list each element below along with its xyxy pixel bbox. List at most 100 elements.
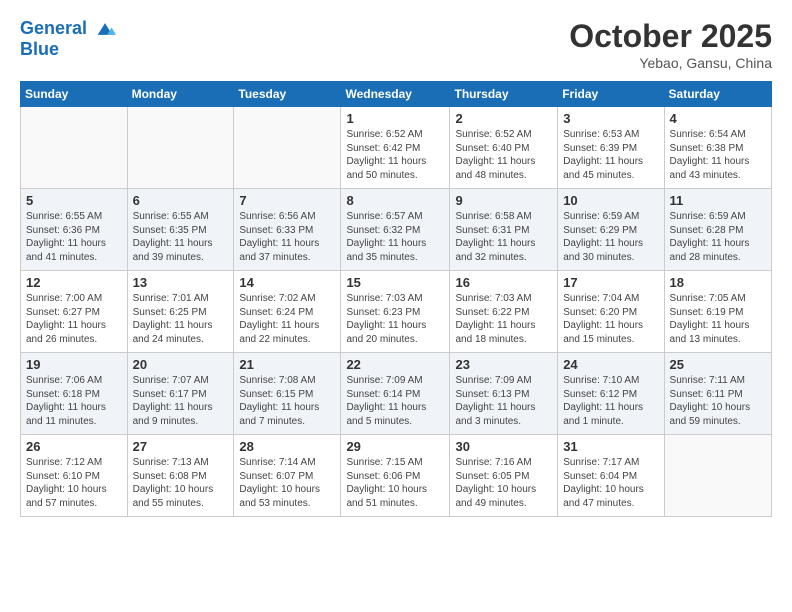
day-number: 6 bbox=[133, 193, 229, 208]
table-row: 11 Sunrise: 6:59 AMSunset: 6:28 PMDayligh… bbox=[664, 189, 771, 271]
month-title: October 2025 bbox=[569, 18, 772, 55]
day-info: Sunrise: 7:06 AMSunset: 6:18 PMDaylight:… bbox=[26, 374, 122, 428]
table-row: 5 Sunrise: 6:55 AMSunset: 6:36 PMDaylight… bbox=[21, 189, 128, 271]
day-number: 4 bbox=[670, 111, 766, 126]
day-number: 5 bbox=[26, 193, 122, 208]
calendar-table: Sunday Monday Tuesday Wednesday Thursday… bbox=[20, 81, 772, 517]
day-info: Sunrise: 6:56 AMSunset: 6:33 PMDaylight:… bbox=[239, 210, 335, 264]
day-info: Sunrise: 7:17 AMSunset: 6:04 PMDaylight:… bbox=[563, 456, 658, 510]
day-number: 12 bbox=[26, 275, 122, 290]
table-row: 16Sunrise: 7:03 AMSunset: 6:22 PMDayligh… bbox=[450, 271, 558, 353]
table-row: 1 Sunrise: 6:52 AMSunset: 6:42 PMDaylight… bbox=[341, 107, 450, 189]
table-row: 25 Sunrise: 7:11 AMSunset: 6:11 PMDayligh… bbox=[664, 353, 771, 435]
table-row: 29Sunrise: 7:15 AMSunset: 6:06 PMDayligh… bbox=[341, 435, 450, 517]
table-row: 13 Sunrise: 7:01 AMSunset: 6:25 PMDayligh… bbox=[127, 271, 234, 353]
table-row: 23 Sunrise: 7:09 AMSunset: 6:13 PMDayligh… bbox=[450, 353, 558, 435]
table-row: 14 Sunrise: 7:02 AMSunset: 6:24 PMDayligh… bbox=[234, 271, 341, 353]
day-number: 21 bbox=[239, 357, 335, 372]
table-row: 8 Sunrise: 6:57 AMSunset: 6:32 PMDaylight… bbox=[341, 189, 450, 271]
day-number: 14 bbox=[239, 275, 335, 290]
day-number: 13 bbox=[133, 275, 229, 290]
col-tuesday: Tuesday bbox=[234, 82, 341, 107]
table-row: 21 Sunrise: 7:08 AMSunset: 6:15 PMDayligh… bbox=[234, 353, 341, 435]
day-number: 15 bbox=[346, 275, 444, 290]
day-number: 17 bbox=[563, 275, 658, 290]
logo-text: General bbox=[20, 18, 116, 40]
day-info: Sunrise: 7:03 AMSunset: 6:23 PMDaylight:… bbox=[346, 292, 444, 346]
day-info: Sunrise: 6:55 AMSunset: 6:35 PMDaylight:… bbox=[133, 210, 229, 264]
col-wednesday: Wednesday bbox=[341, 82, 450, 107]
col-monday: Monday bbox=[127, 82, 234, 107]
day-info: Sunrise: 7:01 AMSunset: 6:25 PMDaylight:… bbox=[133, 292, 229, 346]
table-row: 30 Sunrise: 7:16 AMSunset: 6:05 PMDayligh… bbox=[450, 435, 558, 517]
table-row: 2 Sunrise: 6:52 AMSunset: 6:40 PMDaylight… bbox=[450, 107, 558, 189]
day-number: 23 bbox=[455, 357, 552, 372]
table-row: 28Sunrise: 7:14 AMSunset: 6:07 PMDayligh… bbox=[234, 435, 341, 517]
day-number: 27 bbox=[133, 439, 229, 454]
day-number: 30 bbox=[455, 439, 552, 454]
table-row: 24 Sunrise: 7:10 AMSunset: 6:12 PMDayligh… bbox=[558, 353, 664, 435]
day-info: Sunrise: 7:07 AMSunset: 6:17 PMDaylight:… bbox=[133, 374, 229, 428]
table-row: 20 Sunrise: 7:07 AMSunset: 6:17 PMDayligh… bbox=[127, 353, 234, 435]
day-info: Sunrise: 7:08 AMSunset: 6:15 PMDaylight:… bbox=[239, 374, 335, 428]
col-thursday: Thursday bbox=[450, 82, 558, 107]
day-number: 2 bbox=[455, 111, 552, 126]
day-number: 26 bbox=[26, 439, 122, 454]
day-number: 10 bbox=[563, 193, 658, 208]
day-info: Sunrise: 6:59 AMSunset: 6:28 PMDaylight:… bbox=[670, 210, 766, 264]
table-row bbox=[127, 107, 234, 189]
day-number: 20 bbox=[133, 357, 229, 372]
day-number: 7 bbox=[239, 193, 335, 208]
day-number: 3 bbox=[563, 111, 658, 126]
day-info: Sunrise: 6:55 AMSunset: 6:36 PMDaylight:… bbox=[26, 210, 122, 264]
calendar-week-row: 1 Sunrise: 6:52 AMSunset: 6:42 PMDaylight… bbox=[21, 107, 772, 189]
day-number: 9 bbox=[455, 193, 552, 208]
title-block: October 2025 Yebao, Gansu, China bbox=[569, 18, 772, 71]
table-row: 9 Sunrise: 6:58 AMSunset: 6:31 PMDaylight… bbox=[450, 189, 558, 271]
day-number: 18 bbox=[670, 275, 766, 290]
day-info: Sunrise: 6:58 AMSunset: 6:31 PMDaylight:… bbox=[455, 210, 552, 264]
day-info: Sunrise: 7:15 AMSunset: 6:06 PMDaylight:… bbox=[346, 456, 444, 510]
day-info: Sunrise: 6:52 AMSunset: 6:40 PMDaylight:… bbox=[455, 128, 552, 182]
page: General Blue October 2025 Yebao, Gansu, … bbox=[0, 0, 792, 612]
day-info: Sunrise: 7:11 AMSunset: 6:11 PMDaylight:… bbox=[670, 374, 766, 428]
table-row: 27Sunrise: 7:13 AMSunset: 6:08 PMDayligh… bbox=[127, 435, 234, 517]
logo: General Blue bbox=[20, 18, 116, 60]
day-info: Sunrise: 6:59 AMSunset: 6:29 PMDaylight:… bbox=[563, 210, 658, 264]
day-number: 25 bbox=[670, 357, 766, 372]
table-row: 7 Sunrise: 6:56 AMSunset: 6:33 PMDaylight… bbox=[234, 189, 341, 271]
day-info: Sunrise: 7:05 AMSunset: 6:19 PMDaylight:… bbox=[670, 292, 766, 346]
logo-icon bbox=[94, 18, 116, 40]
day-info: Sunrise: 7:09 AMSunset: 6:13 PMDaylight:… bbox=[455, 374, 552, 428]
table-row: 15 Sunrise: 7:03 AMSunset: 6:23 PMDayligh… bbox=[341, 271, 450, 353]
table-row: 12Sunrise: 7:00 AMSunset: 6:27 PMDayligh… bbox=[21, 271, 128, 353]
table-row: 18 Sunrise: 7:05 AMSunset: 6:19 PMDayligh… bbox=[664, 271, 771, 353]
day-info: Sunrise: 6:54 AMSunset: 6:38 PMDaylight:… bbox=[670, 128, 766, 182]
day-info: Sunrise: 6:52 AMSunset: 6:42 PMDaylight:… bbox=[346, 128, 444, 182]
day-number: 16 bbox=[455, 275, 552, 290]
day-number: 1 bbox=[346, 111, 444, 126]
day-info: Sunrise: 7:10 AMSunset: 6:12 PMDaylight:… bbox=[563, 374, 658, 428]
day-info: Sunrise: 7:12 AMSunset: 6:10 PMDaylight:… bbox=[26, 456, 122, 510]
table-row: 22 Sunrise: 7:09 AMSunset: 6:14 PMDayligh… bbox=[341, 353, 450, 435]
day-info: Sunrise: 7:02 AMSunset: 6:24 PMDaylight:… bbox=[239, 292, 335, 346]
location-subtitle: Yebao, Gansu, China bbox=[569, 55, 772, 71]
day-number: 11 bbox=[670, 193, 766, 208]
day-info: Sunrise: 7:16 AMSunset: 6:05 PMDaylight:… bbox=[455, 456, 552, 510]
day-number: 19 bbox=[26, 357, 122, 372]
day-number: 22 bbox=[346, 357, 444, 372]
day-info: Sunrise: 7:09 AMSunset: 6:14 PMDaylight:… bbox=[346, 374, 444, 428]
table-row: 3 Sunrise: 6:53 AMSunset: 6:39 PMDaylight… bbox=[558, 107, 664, 189]
calendar-week-row: 12Sunrise: 7:00 AMSunset: 6:27 PMDayligh… bbox=[21, 271, 772, 353]
calendar-week-row: 26 Sunrise: 7:12 AMSunset: 6:10 PMDayligh… bbox=[21, 435, 772, 517]
day-number: 8 bbox=[346, 193, 444, 208]
day-info: Sunrise: 6:57 AMSunset: 6:32 PMDaylight:… bbox=[346, 210, 444, 264]
table-row: 26 Sunrise: 7:12 AMSunset: 6:10 PMDayligh… bbox=[21, 435, 128, 517]
day-number: 31 bbox=[563, 439, 658, 454]
table-row: 19 Sunrise: 7:06 AMSunset: 6:18 PMDayligh… bbox=[21, 353, 128, 435]
day-number: 24 bbox=[563, 357, 658, 372]
header: General Blue October 2025 Yebao, Gansu, … bbox=[20, 18, 772, 71]
calendar-week-row: 5 Sunrise: 6:55 AMSunset: 6:36 PMDaylight… bbox=[21, 189, 772, 271]
table-row: 6 Sunrise: 6:55 AMSunset: 6:35 PMDaylight… bbox=[127, 189, 234, 271]
day-info: Sunrise: 6:53 AMSunset: 6:39 PMDaylight:… bbox=[563, 128, 658, 182]
